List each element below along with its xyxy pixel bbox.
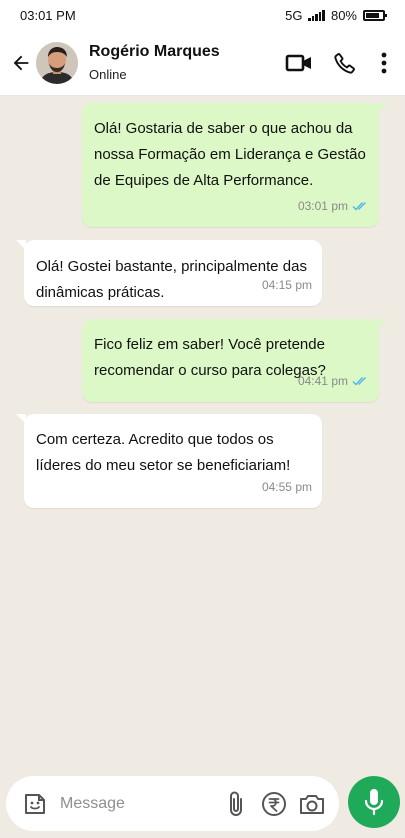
message-time: 04:15 pm	[261, 278, 312, 292]
signal-icon	[308, 9, 325, 21]
chat-header: Rogério Marques Online	[0, 30, 405, 96]
phone-icon[interactable]	[329, 43, 361, 83]
status-indicators: 5G 80%	[285, 7, 387, 23]
message-bubble-incoming[interactable]: Olá! Gostei bastante, principalmente das…	[16, 240, 322, 306]
attach-icon[interactable]	[219, 787, 253, 821]
contact-status: Online	[89, 67, 127, 82]
message-bubble-incoming[interactable]: Com certeza. Acredito que todos os líder…	[16, 414, 322, 508]
message-meta: 04:15 pm	[262, 272, 312, 298]
message-meta: 03:01 pm	[298, 193, 369, 219]
message-meta: 04:41 pm	[298, 368, 369, 394]
camera-icon[interactable]	[295, 787, 329, 821]
message-meta: 04:55 pm	[262, 474, 312, 500]
message-composer	[6, 776, 339, 831]
message-input[interactable]	[60, 794, 190, 813]
message-time: 04:41 pm	[297, 374, 348, 388]
status-time: 03:01 PM	[20, 7, 76, 23]
message-text: Com certeza. Acredito que todos os líder…	[36, 431, 291, 474]
message-bubble-outgoing[interactable]: Fico feliz em saber! Você pretende recom…	[82, 319, 387, 402]
network-type: 5G	[285, 7, 303, 23]
contact-info[interactable]: Rogério Marques Online	[89, 43, 283, 82]
microphone-button[interactable]	[348, 776, 400, 828]
message-time: 04:55 pm	[261, 480, 312, 494]
more-options-icon[interactable]	[375, 43, 393, 83]
message-list[interactable]: Olá! Gostaria de saber o que achou da no…	[0, 96, 405, 771]
back-arrow-icon[interactable]	[2, 43, 40, 83]
battery-icon	[363, 9, 387, 21]
status-bar: 03:01 PM 5G 80%	[0, 0, 405, 30]
message-bubble-outgoing[interactable]: Olá! Gostaria de saber o que achou da no…	[82, 103, 387, 227]
video-call-icon[interactable]	[283, 43, 315, 83]
double-check-icon	[352, 377, 366, 386]
message-time: 03:01 pm	[297, 199, 348, 213]
battery-percent: 80%	[330, 7, 357, 23]
microphone-icon	[364, 789, 384, 816]
sticker-icon[interactable]	[18, 787, 52, 821]
contact-name: Rogério Marques	[89, 43, 220, 60]
rupee-payment-icon[interactable]	[257, 787, 291, 821]
double-check-icon	[352, 202, 366, 211]
message-text: Olá! Gostaria de saber o que achou da no…	[94, 120, 366, 189]
avatar[interactable]	[36, 41, 78, 84]
